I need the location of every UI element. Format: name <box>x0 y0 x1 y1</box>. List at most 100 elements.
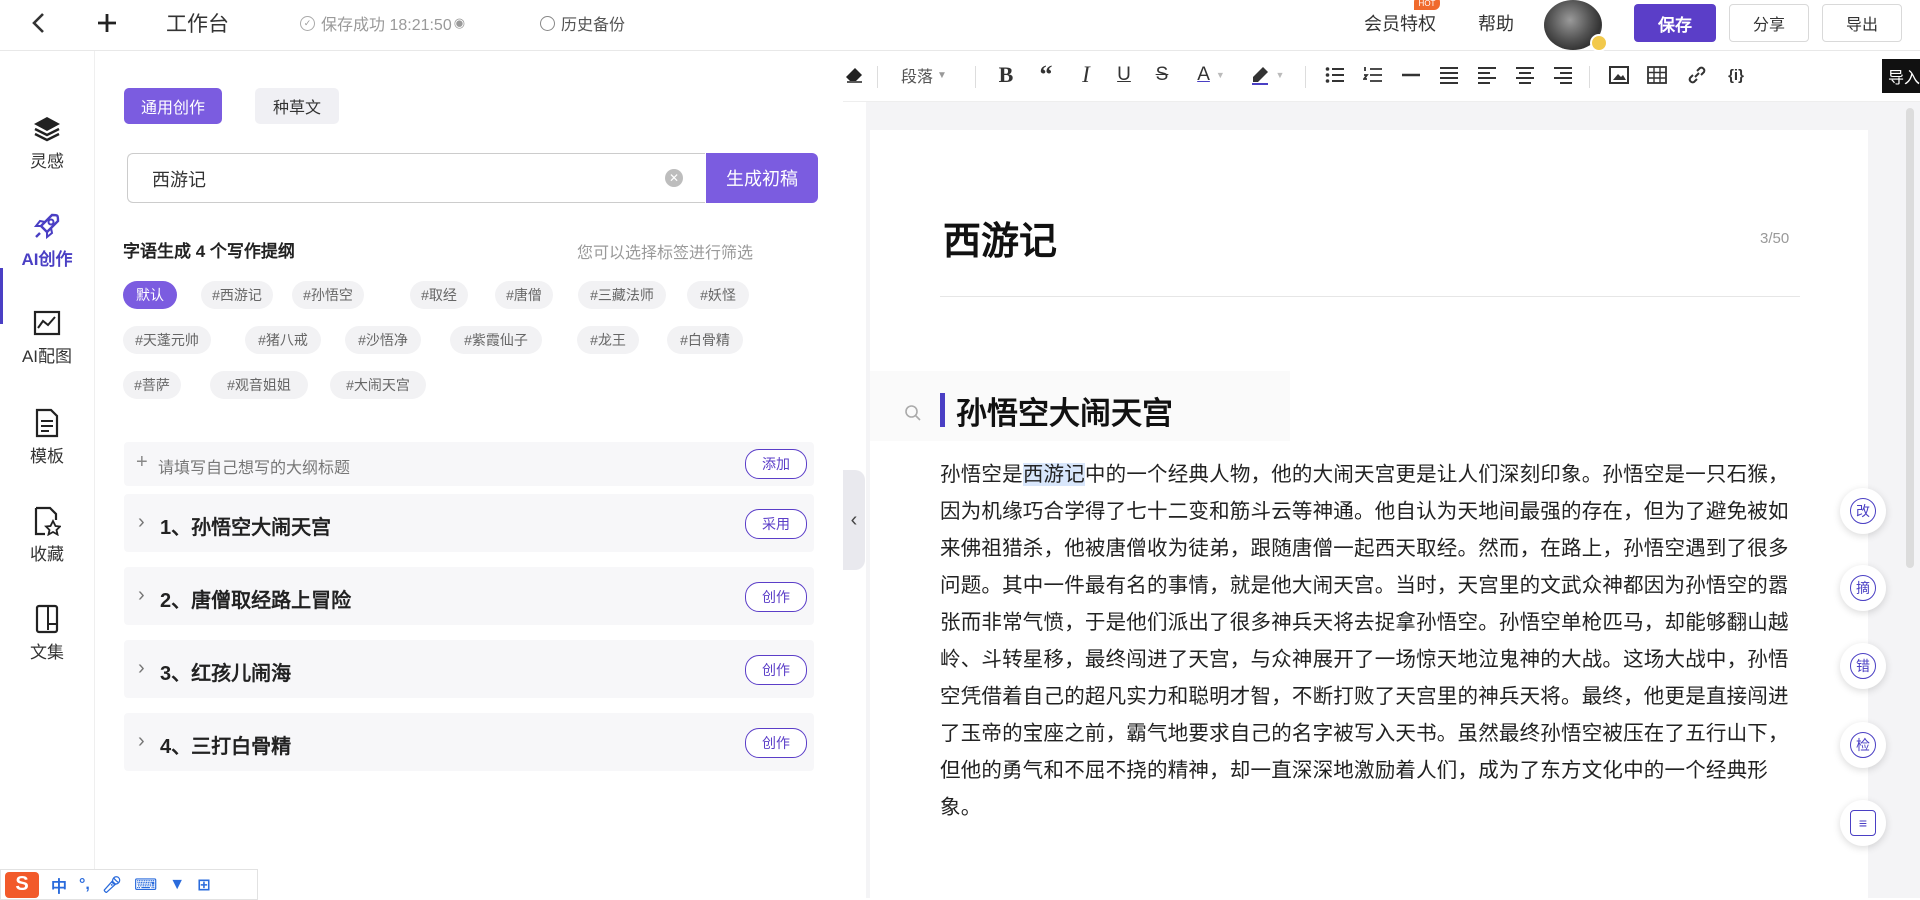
custom-outline-input[interactable]: 请填写自己想写的大纲标题 <box>158 454 350 478</box>
rewrite-button[interactable]: 改 <box>1840 488 1886 534</box>
doc-title[interactable]: 西游记 <box>943 210 1057 265</box>
history-label: 历史备份 <box>561 17 626 34</box>
search-icon[interactable] <box>904 404 922 427</box>
rocket-icon <box>32 211 62 241</box>
tag[interactable]: #孙悟空 <box>292 281 364 309</box>
highlight-pen-icon[interactable]: ▼ <box>1245 61 1289 89</box>
outline-item[interactable]: › 1、孙悟空大闹天宫 采用 <box>124 494 814 552</box>
workspace-link[interactable]: 工作台 <box>166 0 229 46</box>
tag[interactable]: #猪八戒 <box>245 326 321 354</box>
outline-hint: 您可以选择标签进行筛选 <box>577 245 754 262</box>
italic-icon[interactable]: I <box>1075 61 1097 89</box>
topic-input[interactable] <box>150 154 654 204</box>
quote-icon[interactable]: “ <box>1035 60 1057 89</box>
strikethrough-icon[interactable]: S <box>1151 61 1173 89</box>
punctuation-icon[interactable]: °, <box>79 876 90 894</box>
ime-toolbar[interactable]: S 中 °, 🎤︎ ⌨︎ ▼ ⊞ <box>0 869 258 900</box>
new-doc-button[interactable] <box>96 0 118 46</box>
create-button[interactable]: 创作 <box>745 655 807 685</box>
numbered-list-icon[interactable] <box>1361 61 1385 89</box>
error-check-button[interactable]: 错 <box>1840 643 1886 689</box>
align-center-icon[interactable] <box>1513 61 1537 89</box>
outline-item[interactable]: › 3、红孩儿闹海 创作 <box>124 640 814 698</box>
menu-button[interactable]: ≡ <box>1840 800 1886 846</box>
inspect-button[interactable]: 检 <box>1840 722 1886 768</box>
save-button[interactable]: 保存 <box>1634 4 1716 42</box>
tag[interactable]: #白骨精 <box>667 326 743 354</box>
summary-button[interactable]: 摘 <box>1840 565 1886 611</box>
tag[interactable]: #天蓬元帅 <box>123 326 211 354</box>
back-button[interactable] <box>30 0 48 46</box>
collapse-panel-button[interactable]: ‹ <box>843 470 865 570</box>
apps-grid-icon[interactable]: ⊞ <box>197 875 210 895</box>
top-bar: 工作台 ✓ 保存成功 18:21:50 ◉ 历史备份 会员特权 HOT 帮助 保… <box>0 0 1920 52</box>
eraser-icon[interactable] <box>843 61 865 89</box>
layers-icon <box>32 113 62 143</box>
body-paragraph[interactable]: 孙悟空是西游记中的一个经典人物，他的大闹天宫更是让人们深刻印象。孙悟空是一只石猴… <box>940 456 1800 826</box>
link-icon[interactable] <box>1685 61 1709 89</box>
tag[interactable]: #西游记 <box>201 281 273 309</box>
create-button[interactable]: 创作 <box>745 582 807 612</box>
tag[interactable]: #沙悟净 <box>345 326 421 354</box>
add-outline-button[interactable]: 添加 <box>745 449 807 479</box>
check-circle-icon: ✓ <box>300 15 315 31</box>
tag[interactable]: #大闹天宫 <box>330 371 426 399</box>
tag[interactable]: #三藏法师 <box>578 281 666 309</box>
caret-down-icon: ▼ <box>1215 70 1225 80</box>
underline-icon[interactable]: U <box>1113 61 1135 89</box>
nav-label: AI创作 <box>21 250 73 269</box>
star-doc-icon <box>32 506 62 536</box>
topic-input-box: ✕ <box>127 153 705 204</box>
export-button[interactable]: 导出 <box>1822 4 1902 42</box>
microphone-icon[interactable]: 🎤︎ <box>102 875 122 895</box>
paragraph-select[interactable]: 段落 ▼ <box>895 61 953 89</box>
tag[interactable]: #紫霞仙子 <box>450 326 542 354</box>
horizontal-rule-icon[interactable] <box>1399 61 1423 89</box>
nav-item-ai-image[interactable]: AI配图 <box>0 308 94 367</box>
nav-item-inspiration[interactable]: 灵感 <box>0 113 94 172</box>
outline-item[interactable]: › 4、三打白骨精 创作 <box>124 713 814 771</box>
tab-recommend-note[interactable]: 种草文 <box>255 88 339 124</box>
nav-item-ai-create[interactable]: AI创作 <box>0 211 94 270</box>
outline-item[interactable]: › 2、唐僧取经路上冒险 创作 <box>124 567 814 625</box>
keyboard-icon[interactable]: ⌨︎ <box>134 875 157 895</box>
nav-item-collections[interactable]: 文集 <box>0 604 94 663</box>
nav-item-favorites[interactable]: 收藏 <box>0 506 94 565</box>
variable-icon[interactable]: {i} <box>1721 61 1751 89</box>
font-color-icon[interactable]: A ▼ <box>1191 61 1231 89</box>
ai-create-panel: 通用创作 种草文 ✕ 生成初稿 字语生成 4 个写作提纲 您可以选择标签进行筛选… <box>95 51 843 898</box>
selected-text: 西游记 <box>1022 463 1085 486</box>
justify-icon[interactable] <box>1437 61 1461 89</box>
tag[interactable]: #唐僧 <box>495 281 553 309</box>
tag-default[interactable]: 默认 <box>123 281 177 309</box>
generate-draft-button[interactable]: 生成初稿 <box>706 153 818 203</box>
table-icon[interactable] <box>1645 61 1669 89</box>
align-left-icon[interactable] <box>1475 61 1499 89</box>
paragraph-text: 孙悟空是 <box>940 463 1023 486</box>
title-char-count: 3/50 <box>1760 230 1790 247</box>
tag[interactable]: #妖怪 <box>687 281 749 309</box>
tag[interactable]: #菩萨 <box>123 371 181 399</box>
tag[interactable]: #龙王 <box>577 326 639 354</box>
font-color-letter: A <box>1197 64 1210 85</box>
clear-input-icon[interactable]: ✕ <box>665 169 683 187</box>
image-icon[interactable] <box>1607 61 1631 89</box>
history-backup-button[interactable]: 历史备份 <box>540 0 625 46</box>
section-heading[interactable]: 孙悟空大闹天宫 <box>956 388 1173 433</box>
share-button[interactable]: 分享 <box>1729 4 1809 42</box>
bold-icon[interactable]: B <box>995 61 1017 89</box>
tag[interactable]: #取经 <box>410 281 468 309</box>
adopt-button[interactable]: 采用 <box>745 509 807 539</box>
inspect-icon: 检 <box>1850 732 1876 758</box>
skin-icon[interactable]: ▼ <box>169 876 185 894</box>
tag[interactable]: #观音姐姐 <box>210 371 308 399</box>
create-button[interactable]: 创作 <box>745 728 807 758</box>
bullet-list-icon[interactable] <box>1323 61 1347 89</box>
align-right-icon[interactable] <box>1551 61 1575 89</box>
tab-general-create[interactable]: 通用创作 <box>124 88 222 124</box>
nav-item-templates[interactable]: 模板 <box>0 408 94 467</box>
import-button[interactable]: 导入 <box>1882 59 1920 93</box>
editor-scrollbar[interactable] <box>1906 108 1914 568</box>
ime-mode[interactable]: 中 <box>51 873 67 897</box>
help-button[interactable]: 帮助 <box>1478 0 1514 46</box>
